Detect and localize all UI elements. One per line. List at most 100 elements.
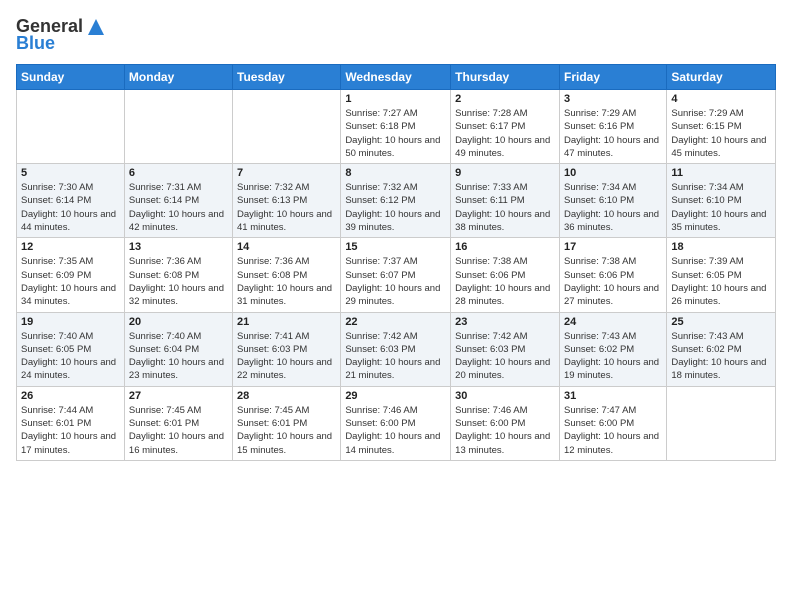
calendar-day-cell: 23 Sunrise: 7:42 AM Sunset: 6:03 PM Dayli… — [451, 312, 560, 386]
calendar-week-row: 1 Sunrise: 7:27 AM Sunset: 6:18 PM Daylig… — [17, 90, 776, 164]
day-number: 2 — [455, 93, 555, 105]
calendar-body: 1 Sunrise: 7:27 AM Sunset: 6:18 PM Daylig… — [17, 90, 776, 461]
day-of-week-header: Wednesday — [341, 65, 451, 90]
day-info: Sunrise: 7:44 AM Sunset: 6:01 PM Dayligh… — [21, 404, 120, 457]
day-of-week-header: Thursday — [451, 65, 560, 90]
calendar-day-cell — [17, 90, 125, 164]
day-number: 13 — [129, 241, 228, 253]
day-number: 4 — [671, 93, 771, 105]
day-info: Sunrise: 7:36 AM Sunset: 6:08 PM Dayligh… — [237, 255, 336, 308]
day-number: 25 — [671, 316, 771, 328]
day-number: 5 — [21, 167, 120, 179]
calendar-day-cell: 12 Sunrise: 7:35 AM Sunset: 6:09 PM Dayli… — [17, 238, 125, 312]
day-info: Sunrise: 7:40 AM Sunset: 6:04 PM Dayligh… — [129, 330, 228, 383]
calendar-day-cell: 13 Sunrise: 7:36 AM Sunset: 6:08 PM Dayli… — [124, 238, 232, 312]
day-number: 11 — [671, 167, 771, 179]
day-number: 21 — [237, 316, 336, 328]
day-of-week-header: Friday — [559, 65, 666, 90]
day-info: Sunrise: 7:42 AM Sunset: 6:03 PM Dayligh… — [455, 330, 555, 383]
calendar-day-cell: 19Sunrise: 7:40 AM Sunset: 6:05 PM Dayli… — [17, 312, 125, 386]
day-number: 6 — [129, 167, 228, 179]
calendar-week-row: 5 Sunrise: 7:30 AM Sunset: 6:14 PM Daylig… — [17, 164, 776, 238]
calendar-table: SundayMondayTuesdayWednesdayThursdayFrid… — [16, 64, 776, 461]
calendar-day-cell: 18Sunrise: 7:39 AM Sunset: 6:05 PM Dayli… — [667, 238, 776, 312]
day-number: 27 — [129, 390, 228, 402]
day-number: 29 — [345, 390, 446, 402]
day-number: 16 — [455, 241, 555, 253]
day-info: Sunrise: 7:47 AM Sunset: 6:00 PM Dayligh… — [564, 404, 662, 457]
day-number: 22 — [345, 316, 446, 328]
day-info: Sunrise: 7:29 AM Sunset: 6:15 PM Dayligh… — [671, 107, 771, 160]
day-info: Sunrise: 7:45 AM Sunset: 6:01 PM Dayligh… — [237, 404, 336, 457]
calendar-week-row: 12 Sunrise: 7:35 AM Sunset: 6:09 PM Dayli… — [17, 238, 776, 312]
day-info: Sunrise: 7:34 AM Sunset: 6:10 PM Dayligh… — [564, 181, 662, 234]
calendar-day-cell: 22 Sunrise: 7:42 AM Sunset: 6:03 PM Dayli… — [341, 312, 451, 386]
calendar-day-cell: 8Sunrise: 7:32 AM Sunset: 6:12 PM Daylig… — [341, 164, 451, 238]
calendar-day-cell: 16 Sunrise: 7:38 AM Sunset: 6:06 PM Dayli… — [451, 238, 560, 312]
day-info: Sunrise: 7:32 AM Sunset: 6:12 PM Dayligh… — [345, 181, 446, 234]
day-number: 12 — [21, 241, 120, 253]
logo-icon — [86, 17, 106, 37]
day-number: 24 — [564, 316, 662, 328]
day-info: Sunrise: 7:29 AM Sunset: 6:16 PM Dayligh… — [564, 107, 662, 160]
day-info: Sunrise: 7:42 AM Sunset: 6:03 PM Dayligh… — [345, 330, 446, 383]
day-info: Sunrise: 7:43 AM Sunset: 6:02 PM Dayligh… — [671, 330, 771, 383]
calendar-day-cell: 27 Sunrise: 7:45 AM Sunset: 6:01 PM Dayli… — [124, 386, 232, 460]
day-number: 31 — [564, 390, 662, 402]
day-number: 3 — [564, 93, 662, 105]
day-number: 1 — [345, 93, 446, 105]
calendar-day-cell: 11 Sunrise: 7:34 AM Sunset: 6:10 PM Dayli… — [667, 164, 776, 238]
calendar-day-cell: 28 Sunrise: 7:45 AM Sunset: 6:01 PM Dayli… — [233, 386, 341, 460]
calendar-day-cell: 17Sunrise: 7:38 AM Sunset: 6:06 PM Dayli… — [559, 238, 666, 312]
calendar-day-cell: 25 Sunrise: 7:43 AM Sunset: 6:02 PM Dayli… — [667, 312, 776, 386]
day-number: 26 — [21, 390, 120, 402]
calendar-day-cell: 5 Sunrise: 7:30 AM Sunset: 6:14 PM Daylig… — [17, 164, 125, 238]
calendar-day-cell: 6 Sunrise: 7:31 AM Sunset: 6:14 PM Daylig… — [124, 164, 232, 238]
calendar-week-row: 19Sunrise: 7:40 AM Sunset: 6:05 PM Dayli… — [17, 312, 776, 386]
calendar-week-row: 26 Sunrise: 7:44 AM Sunset: 6:01 PM Dayli… — [17, 386, 776, 460]
day-number: 28 — [237, 390, 336, 402]
day-of-week-header: Sunday — [17, 65, 125, 90]
calendar-day-cell: 24 Sunrise: 7:43 AM Sunset: 6:02 PM Dayli… — [559, 312, 666, 386]
calendar-day-cell: 4 Sunrise: 7:29 AM Sunset: 6:15 PM Daylig… — [667, 90, 776, 164]
day-info: Sunrise: 7:45 AM Sunset: 6:01 PM Dayligh… — [129, 404, 228, 457]
day-number: 30 — [455, 390, 555, 402]
day-info: Sunrise: 7:37 AM Sunset: 6:07 PM Dayligh… — [345, 255, 446, 308]
day-number: 20 — [129, 316, 228, 328]
day-of-week-header: Monday — [124, 65, 232, 90]
day-info: Sunrise: 7:33 AM Sunset: 6:11 PM Dayligh… — [455, 181, 555, 234]
page-header: General Blue — [16, 16, 776, 54]
day-number: 23 — [455, 316, 555, 328]
day-info: Sunrise: 7:30 AM Sunset: 6:14 PM Dayligh… — [21, 181, 120, 234]
calendar-day-cell: 21 Sunrise: 7:41 AM Sunset: 6:03 PM Dayli… — [233, 312, 341, 386]
logo-blue: Blue — [16, 33, 55, 54]
day-info: Sunrise: 7:46 AM Sunset: 6:00 PM Dayligh… — [345, 404, 446, 457]
day-info: Sunrise: 7:38 AM Sunset: 6:06 PM Dayligh… — [564, 255, 662, 308]
day-info: Sunrise: 7:31 AM Sunset: 6:14 PM Dayligh… — [129, 181, 228, 234]
day-info: Sunrise: 7:38 AM Sunset: 6:06 PM Dayligh… — [455, 255, 555, 308]
day-info: Sunrise: 7:43 AM Sunset: 6:02 PM Dayligh… — [564, 330, 662, 383]
calendar-day-cell — [233, 90, 341, 164]
calendar-day-cell: 15Sunrise: 7:37 AM Sunset: 6:07 PM Dayli… — [341, 238, 451, 312]
calendar-day-cell: 31 Sunrise: 7:47 AM Sunset: 6:00 PM Dayli… — [559, 386, 666, 460]
day-of-week-header: Saturday — [667, 65, 776, 90]
calendar-day-cell: 26 Sunrise: 7:44 AM Sunset: 6:01 PM Dayli… — [17, 386, 125, 460]
day-info: Sunrise: 7:34 AM Sunset: 6:10 PM Dayligh… — [671, 181, 771, 234]
calendar-day-cell: 10Sunrise: 7:34 AM Sunset: 6:10 PM Dayli… — [559, 164, 666, 238]
calendar-day-cell — [667, 386, 776, 460]
day-info: Sunrise: 7:35 AM Sunset: 6:09 PM Dayligh… — [21, 255, 120, 308]
logo: General Blue — [16, 16, 106, 54]
day-info: Sunrise: 7:46 AM Sunset: 6:00 PM Dayligh… — [455, 404, 555, 457]
calendar-day-cell: 1 Sunrise: 7:27 AM Sunset: 6:18 PM Daylig… — [341, 90, 451, 164]
day-info: Sunrise: 7:36 AM Sunset: 6:08 PM Dayligh… — [129, 255, 228, 308]
day-number: 19 — [21, 316, 120, 328]
day-number: 9 — [455, 167, 555, 179]
day-info: Sunrise: 7:27 AM Sunset: 6:18 PM Dayligh… — [345, 107, 446, 160]
calendar-day-cell: 14 Sunrise: 7:36 AM Sunset: 6:08 PM Dayli… — [233, 238, 341, 312]
day-number: 18 — [671, 241, 771, 253]
day-info: Sunrise: 7:41 AM Sunset: 6:03 PM Dayligh… — [237, 330, 336, 383]
calendar-day-cell: 3 Sunrise: 7:29 AM Sunset: 6:16 PM Daylig… — [559, 90, 666, 164]
day-number: 14 — [237, 241, 336, 253]
calendar-day-cell: 29 Sunrise: 7:46 AM Sunset: 6:00 PM Dayli… — [341, 386, 451, 460]
calendar-header-row: SundayMondayTuesdayWednesdayThursdayFrid… — [17, 65, 776, 90]
